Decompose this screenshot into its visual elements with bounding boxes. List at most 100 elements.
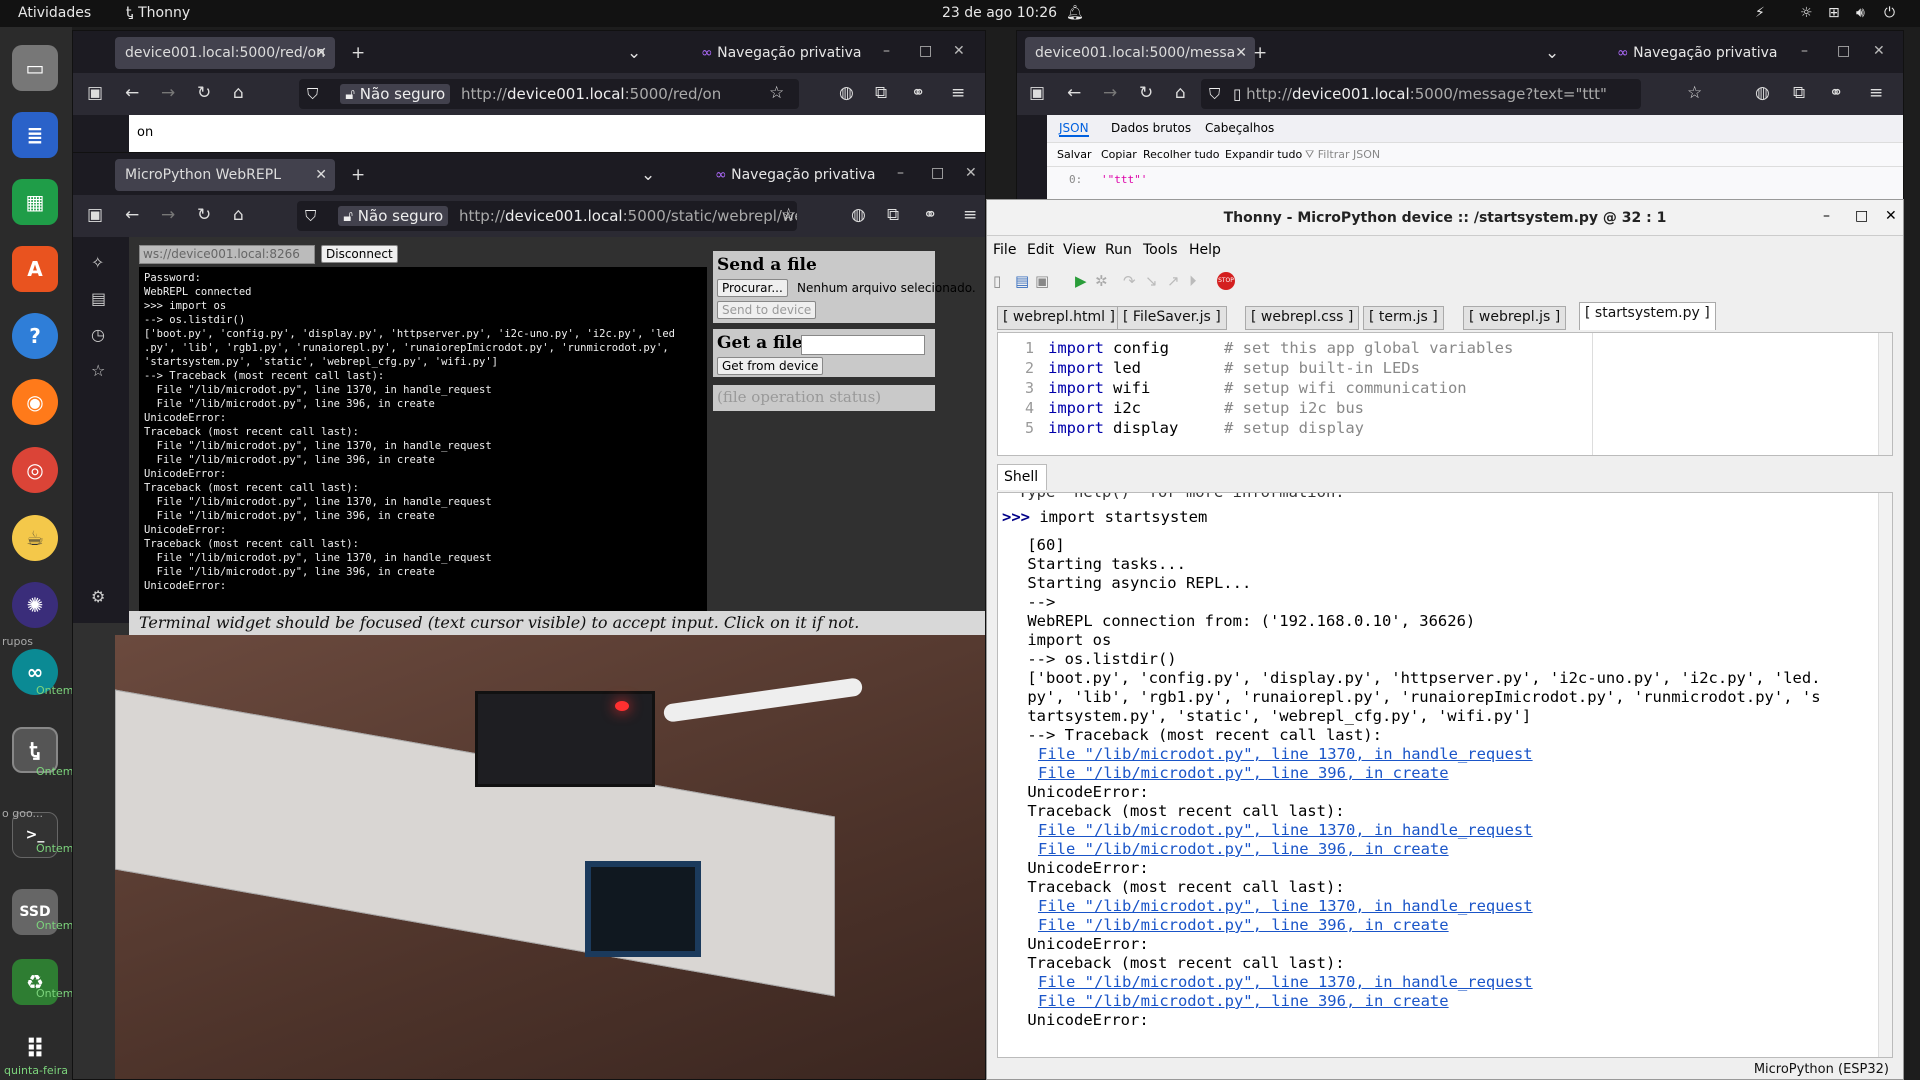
bookmark-star-icon[interactable]: ☆ [1687,83,1702,103]
writer-icon[interactable]: ≣ [12,112,58,158]
sidebar-icon[interactable]: ▣ [1029,83,1045,103]
editor-scrollbar[interactable] [1878,333,1892,455]
resume-icon[interactable]: ⏵ [1189,272,1197,290]
traceback-link[interactable]: File "/lib/microdot.py", line 1370, in h… [1038,897,1533,915]
home-icon[interactable]: ⌂ [1175,83,1186,103]
tab-webrepl[interactable]: MicroPython WebREPL ✕ [115,159,335,191]
chevron-down-icon[interactable]: ⌄ [641,165,655,185]
close-icon[interactable]: ✕ [315,45,327,61]
close-icon[interactable]: ✕ [315,167,327,183]
reload-icon[interactable]: ↻ [197,205,211,225]
maximize-icon[interactable]: □ [1837,43,1850,59]
menu-file[interactable]: File [993,242,1016,258]
traceback-link[interactable]: File "/lib/microdot.py", line 1370, in h… [1038,745,1533,763]
link-icon[interactable]: ⚭ [911,83,925,103]
send-to-device-button[interactable]: Send to device [717,301,817,319]
save-button[interactable]: Salvar [1057,148,1092,161]
link-icon[interactable]: ⚭ [923,205,937,225]
new-tab-icon[interactable]: + [351,43,365,63]
sidebar-icon[interactable]: ▣ [87,83,103,103]
copy-button[interactable]: Copiar [1101,148,1137,161]
help-icon[interactable]: ? [12,313,58,359]
link-icon[interactable]: ⚭ [1829,83,1843,103]
new-tab-icon[interactable]: + [1253,43,1267,63]
tray-icon[interactable]: ⚡ [1755,5,1765,21]
tab-raw[interactable]: Dados brutos [1111,121,1191,135]
traceback-link[interactable]: File "/lib/microdot.py", line 1370, in h… [1038,973,1533,991]
extensions-icon[interactable]: ⧉ [875,83,887,103]
close-window-icon[interactable]: ✕ [1873,43,1885,59]
chrome-icon[interactable]: ◎ [12,447,58,493]
menu-run[interactable]: Run [1105,242,1132,258]
close-window-icon[interactable]: ✕ [1885,208,1897,224]
tab-filesaver-js[interactable]: [ FileSaver.js ] [1117,306,1227,330]
reload-icon[interactable]: ↻ [197,83,211,103]
power-icon[interactable]: ⏻ [1884,5,1895,21]
maximize-icon[interactable]: □ [1855,208,1868,224]
get-file-input[interactable] [801,335,925,355]
ai-chat-icon[interactable]: ✧ [91,253,104,272]
traceback-link[interactable]: File "/lib/microdot.py", line 396, in cr… [1038,764,1449,782]
minimize-icon[interactable]: – [897,165,904,181]
app-menu[interactable]: Ꮏ Thonny [126,5,190,21]
tab-startsystem-py[interactable]: [ startsystem.py ] [1579,302,1716,330]
traceback-link[interactable]: File "/lib/microdot.py", line 1370, in h… [1038,821,1533,839]
account-icon[interactable]: ◍ [851,205,866,225]
menu-view[interactable]: View [1063,242,1096,258]
extensions-icon[interactable]: ⧉ [1793,83,1805,103]
reload-icon[interactable]: ↻ [1139,83,1153,103]
step-out-icon[interactable]: ↗ [1167,272,1180,290]
save-file-icon[interactable]: ▣ [1035,272,1049,290]
close-window-icon[interactable]: ✕ [953,43,965,59]
interpreter-status[interactable]: MicroPython (ESP32) [1754,1062,1889,1077]
forward-icon[interactable]: → [1103,83,1117,103]
bookmark-star-icon[interactable]: ☆ [781,205,796,225]
orbit-icon[interactable]: ✺ [12,582,58,628]
menu-help[interactable]: Help [1189,242,1221,258]
extensions-icon[interactable]: ⧉ [887,205,899,225]
sidebar-icon[interactable]: ▣ [87,205,103,225]
stop-icon[interactable]: STOP [1217,272,1235,290]
expand-all-button[interactable]: Expandir tudo [1225,148,1302,161]
back-icon[interactable]: ← [125,205,139,225]
new-file-icon[interactable]: ▯ [993,272,1001,290]
network-icon[interactable]: ⊞ [1828,5,1840,21]
traceback-link[interactable]: File "/lib/microdot.py", line 396, in cr… [1038,840,1449,858]
shell[interactable]: Type "help()" for more information. >>> … [997,492,1893,1058]
history-icon[interactable]: ◷ [91,325,105,344]
activities-button[interactable]: Atividades [18,5,91,21]
tab-webrepl-html[interactable]: [ webrepl.html ] [997,306,1121,330]
chevron-down-icon[interactable]: ⌄ [627,43,641,63]
traceback-link[interactable]: File "/lib/microdot.py", line 396, in cr… [1038,916,1449,934]
collapse-all-button[interactable]: Recolher tudo [1143,148,1220,161]
home-icon[interactable]: ⌂ [233,205,244,225]
calc-icon[interactable]: ▦ [12,179,58,225]
browse-button[interactable]: Procurar... [717,279,788,297]
code-editor[interactable]: 1 import config # set this app global varia… [997,332,1893,456]
url-bar[interactable]: ⛉ 🔓︎ Não seguro http://device001.local:50… [297,201,797,231]
account-icon[interactable]: ◍ [839,83,854,103]
back-icon[interactable]: ← [1067,83,1081,103]
synced-tabs-icon[interactable]: ▤ [91,289,106,308]
tab-webrepl-css[interactable]: [ webrepl.css ] [1245,306,1360,330]
filter-json-input[interactable]: ⛛ Filtrar JSON [1305,148,1380,162]
bookmarks-icon[interactable]: ☆ [91,361,105,380]
debug-icon[interactable]: ✲ [1095,272,1108,290]
close-icon[interactable]: ✕ [1235,45,1247,61]
firefox-icon[interactable]: ◉ [12,379,58,425]
new-tab-icon[interactable]: + [351,165,365,185]
menu-edit[interactable]: Edit [1027,242,1054,258]
account-icon[interactable]: ◍ [1755,83,1770,103]
volume-icon[interactable]: 🔊︎ [1856,5,1865,21]
tab-red-on[interactable]: device001.local:5000/red/on ✕ [115,37,335,69]
files-icon[interactable]: ▭ [12,45,58,91]
disconnect-button[interactable]: Disconnect [321,245,398,263]
settings-icon[interactable]: ⚙ [91,587,105,606]
menu-icon[interactable]: ≡ [1869,83,1883,103]
get-from-device-button[interactable]: Get from device [717,357,824,375]
teapot-icon[interactable]: ☕︎ [12,515,58,561]
tab-webrepl-js[interactable]: [ webrepl.js ] [1463,306,1567,330]
step-over-icon[interactable]: ↷ [1123,272,1136,290]
terminal[interactable]: Password: WebREPL connected >>> import o… [139,267,707,613]
clock[interactable]: 23 de ago 10:26 [942,5,1057,21]
